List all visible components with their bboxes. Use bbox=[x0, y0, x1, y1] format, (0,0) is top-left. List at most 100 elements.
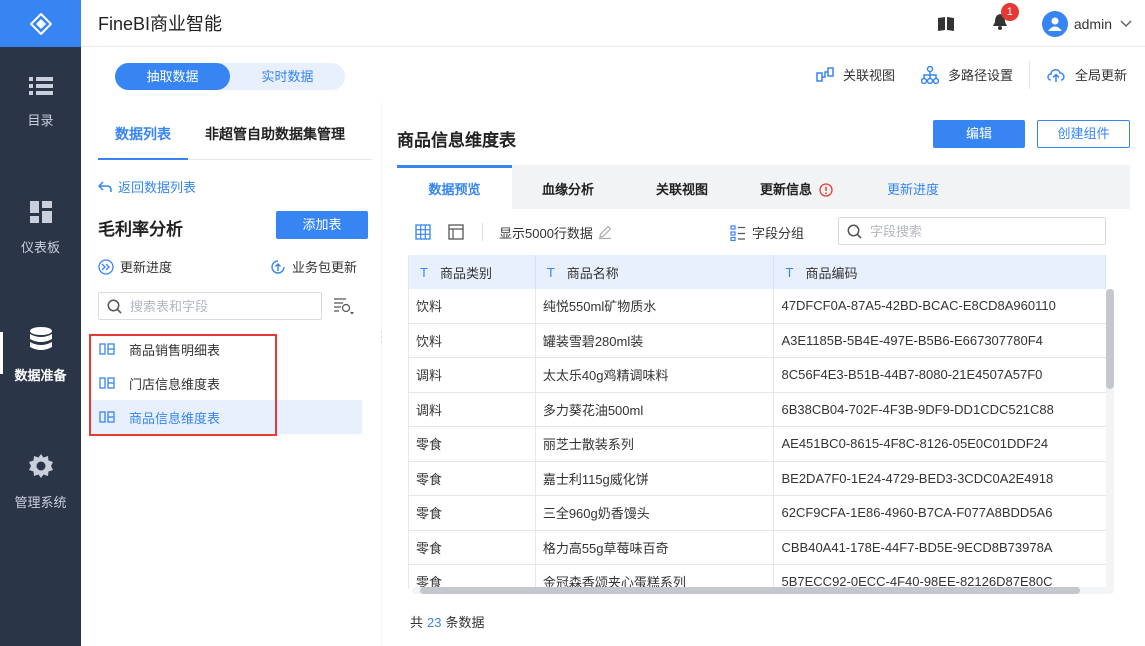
tab-data-list[interactable]: 数据列表 bbox=[115, 124, 171, 144]
global-update-button[interactable]: 全局更新 bbox=[1046, 65, 1127, 84]
column-header[interactable]: T 商品类别 bbox=[409, 255, 536, 289]
gear-icon bbox=[28, 453, 53, 478]
table-title: 商品信息维度表 bbox=[397, 131, 516, 150]
table-row: 零食 三全960g奶香馒头 62CF9CFA-1E86-4960-B7CA-F077… bbox=[409, 496, 1106, 531]
search-icon bbox=[107, 299, 122, 314]
scrollbar-thumb[interactable] bbox=[1106, 289, 1114, 389]
search-icon bbox=[847, 224, 862, 239]
column-header[interactable]: T 商品编码 bbox=[774, 255, 1106, 289]
table-cell: BE2DA7F0-1E24-4729-BED3-3CDC0A2E4918 bbox=[781, 470, 1054, 486]
package-update-button[interactable]: 业务包更新 bbox=[270, 257, 357, 276]
realtime-data-tab[interactable]: 实时数据 bbox=[230, 63, 345, 90]
table-cell: 零食 bbox=[409, 565, 536, 589]
update-info-label: 更新信息 bbox=[760, 182, 813, 197]
table-cell: 饮料 bbox=[409, 323, 536, 357]
notification-badge: 1 bbox=[1000, 3, 1019, 21]
notification-button[interactable]: 1 bbox=[992, 3, 1019, 33]
tab-relation-view[interactable]: 关联视图 bbox=[656, 165, 708, 209]
back-arrow-icon bbox=[98, 180, 112, 192]
refresh-up-icon bbox=[271, 259, 285, 274]
user-name[interactable]: admin bbox=[1074, 16, 1112, 32]
table-row: 零食 金冠森香颂夹心蛋糕系列 5B7ECC92-0ECC-4F40-98EE-821… bbox=[409, 565, 1106, 589]
edit-button[interactable]: 编辑 bbox=[933, 120, 1025, 148]
text-type-icon: T bbox=[420, 264, 428, 280]
update-progress-label: 更新进度 bbox=[120, 260, 173, 275]
nav-item-data-prep[interactable]: 数据准备 bbox=[0, 300, 81, 410]
total-row-count: 23 bbox=[427, 615, 442, 630]
table-cell: 调料 bbox=[409, 358, 536, 392]
table-cell: 罐装雪碧280ml装 bbox=[536, 323, 775, 357]
package-title: 毛利率分析 bbox=[98, 220, 183, 239]
left-nav: 目录 仪表板 数据准备 管理系统 bbox=[0, 0, 81, 646]
table-detail-panel: 商品信息维度表 编辑 创建组件 数据预览 血缘分析 关联视图 更新信息 更新进度… bbox=[382, 102, 1145, 646]
row-limit-label: 显示5000行数据 bbox=[499, 225, 593, 241]
nav-item-catalog[interactable]: 目录 bbox=[0, 47, 81, 157]
tab-update-progress[interactable]: 更新进度 bbox=[887, 165, 939, 209]
warning-icon bbox=[818, 182, 833, 197]
vertical-scrollbar[interactable] bbox=[1106, 289, 1114, 589]
filter-sort-icon[interactable] bbox=[333, 297, 355, 315]
create-component-button[interactable]: 创建组件 bbox=[1037, 120, 1130, 148]
extract-data-tab[interactable]: 抽取数据 bbox=[115, 63, 230, 90]
table-cell: 5B7ECC92-0ECC-4F40-98EE-82126D87E80C bbox=[781, 574, 1053, 589]
dashboard-icon bbox=[29, 200, 52, 223]
nav-label: 仪表板 bbox=[20, 239, 60, 255]
detail-tabs: 数据预览 血缘分析 关联视图 更新信息 更新进度 bbox=[397, 165, 1130, 209]
table-cell: 调料 bbox=[409, 392, 536, 426]
row-limit-setting[interactable]: 显示5000行数据 bbox=[499, 223, 612, 242]
user-icon bbox=[1047, 17, 1062, 31]
field-search-input[interactable] bbox=[870, 223, 1090, 239]
field-group-button[interactable]: 字段分组 bbox=[730, 223, 804, 242]
table-cell: 纯悦550ml矿物质水 bbox=[536, 289, 775, 323]
multipath-label: 多路径设置 bbox=[947, 68, 1013, 83]
text-type-icon: T bbox=[785, 264, 794, 280]
book-icon[interactable] bbox=[937, 16, 955, 32]
table-cell: 太太乐40g鸡精调味料 bbox=[536, 358, 775, 392]
update-progress-button[interactable]: 更新进度 bbox=[98, 257, 172, 276]
nav-item-dashboard[interactable]: 仪表板 bbox=[0, 173, 81, 283]
highlight-box bbox=[89, 334, 277, 436]
scrollbar-thumb[interactable] bbox=[420, 587, 1080, 594]
column-header[interactable]: T 商品名称 bbox=[536, 255, 775, 289]
app-logo[interactable] bbox=[0, 0, 81, 47]
list-icon bbox=[28, 76, 53, 95]
field-search-box bbox=[838, 217, 1106, 245]
table-cell: 47DFCF0A-87A5-42BD-BCAC-E8CD8A960110 bbox=[781, 298, 1056, 314]
table-cell: AE451BC0-8615-4F8C-8126-05E0C01DDF24 bbox=[781, 436, 1049, 452]
column-title: 商品类别 bbox=[439, 265, 492, 281]
table-row: 饮料 纯悦550ml矿物质水 47DFCF0A-87A5-42BD-BCAC-E8C… bbox=[409, 289, 1106, 324]
avatar[interactable] bbox=[1041, 10, 1068, 37]
back-to-list-link[interactable]: 返回数据列表 bbox=[98, 177, 196, 196]
hierarchy-icon bbox=[920, 65, 939, 84]
text-type-icon: T bbox=[546, 264, 555, 280]
table-row: 零食 嘉士利115g威化饼 BE2DA7F0-1E24-4729-BED3-3CDC… bbox=[409, 461, 1106, 496]
tab-data-preview[interactable]: 数据预览 bbox=[397, 165, 512, 209]
field-group-label: 字段分组 bbox=[752, 226, 805, 241]
column-title: 商品编码 bbox=[805, 265, 858, 281]
tab-self-service-datasets[interactable]: 非超管自助数据集管理 bbox=[205, 124, 345, 144]
nav-item-admin[interactable]: 管理系统 bbox=[0, 427, 81, 537]
relation-view-button[interactable]: 关联视图 bbox=[816, 65, 895, 84]
table-cell: 嘉士利115g威化饼 bbox=[536, 461, 775, 495]
grid-header-row: T 商品类别 T 商品名称 T 商品编码 bbox=[409, 255, 1106, 289]
table-row: 饮料 罐装雪碧280ml装 A3E1185B-5B4E-497E-B5B6-E667… bbox=[409, 323, 1106, 358]
cloud-upload-icon bbox=[1047, 68, 1065, 82]
table-row: 调料 多力葵花油500ml 6B38CB04-702F-4F3B-9DF9-DD1C… bbox=[409, 392, 1106, 427]
layout-view-icon[interactable] bbox=[448, 224, 464, 240]
back-label: 返回数据列表 bbox=[118, 180, 197, 195]
tab-update-info[interactable]: 更新信息 bbox=[760, 165, 833, 209]
tab-underline bbox=[98, 158, 188, 160]
add-table-button[interactable]: 添加表 bbox=[276, 211, 368, 239]
horizontal-scrollbar[interactable] bbox=[412, 587, 1114, 594]
data-preview-grid: T 商品类别 T 商品名称 T 商品编码 饮料 纯悦550ml矿物质水 47DFCF0A-… bbox=[408, 255, 1106, 589]
grid-view-icon[interactable] bbox=[415, 224, 431, 240]
field-group-icon bbox=[730, 224, 745, 241]
relation-icon bbox=[816, 66, 834, 82]
chevron-down-icon[interactable] bbox=[1120, 19, 1132, 28]
table-search-input[interactable] bbox=[130, 298, 310, 314]
table-cell: 多力葵花油500ml bbox=[536, 392, 775, 426]
toolbar-divider bbox=[482, 223, 483, 241]
tab-lineage[interactable]: 血缘分析 bbox=[542, 165, 594, 209]
multipath-button[interactable]: 多路径设置 bbox=[920, 65, 1013, 84]
table-row: 零食 丽芝士散装系列 AE451BC0-8615-4F8C-8126-05E0C01… bbox=[409, 427, 1106, 462]
